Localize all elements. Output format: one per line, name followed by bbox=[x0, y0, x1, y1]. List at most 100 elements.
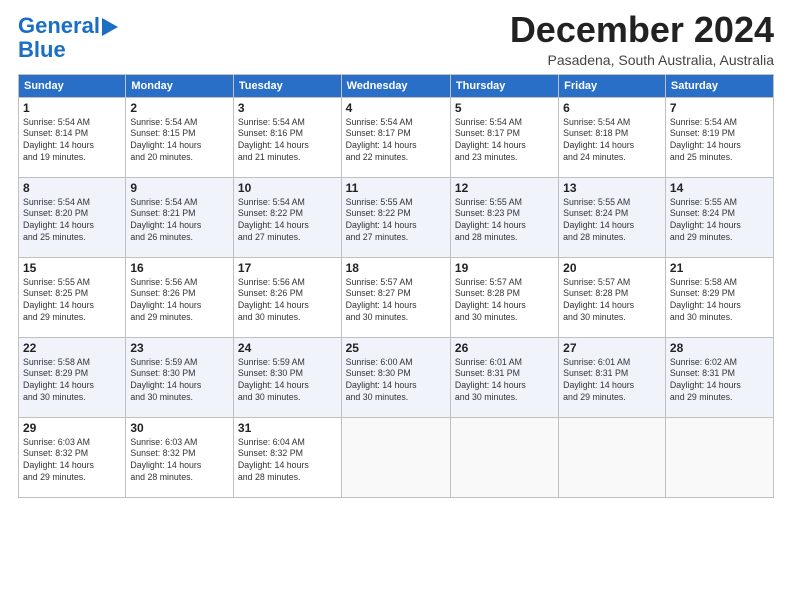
day-info: Sunrise: 5:59 AM Sunset: 8:30 PM Dayligh… bbox=[238, 357, 337, 405]
month-title: December 2024 bbox=[510, 10, 774, 50]
day-info: Sunrise: 6:04 AM Sunset: 8:32 PM Dayligh… bbox=[238, 437, 337, 485]
day-info: Sunrise: 5:58 AM Sunset: 8:29 PM Dayligh… bbox=[23, 357, 121, 405]
empty-day-cell bbox=[450, 417, 558, 497]
weekday-header: Friday bbox=[559, 74, 666, 97]
calendar-body: 1 Sunrise: 5:54 AM Sunset: 8:14 PM Daylig… bbox=[19, 97, 774, 497]
day-number: 21 bbox=[670, 261, 769, 275]
day-info: Sunrise: 5:56 AM Sunset: 8:26 PM Dayligh… bbox=[238, 277, 337, 325]
day-number: 12 bbox=[455, 181, 554, 195]
day-info: Sunrise: 6:00 AM Sunset: 8:30 PM Dayligh… bbox=[346, 357, 446, 405]
day-cell: 16 Sunrise: 5:56 AM Sunset: 8:26 PM Dayli… bbox=[126, 257, 234, 337]
day-number: 24 bbox=[238, 341, 337, 355]
day-cell: 4Sunrise: 5:54 AM Sunset: 8:17 PM Daylig… bbox=[341, 97, 450, 177]
day-info: Sunrise: 5:54 AM Sunset: 8:16 PM Dayligh… bbox=[238, 117, 337, 165]
day-info: Sunrise: 5:55 AM Sunset: 8:25 PM Dayligh… bbox=[23, 277, 121, 325]
empty-day-cell bbox=[665, 417, 773, 497]
empty-day-cell bbox=[341, 417, 450, 497]
day-number: 1 bbox=[23, 101, 121, 115]
calendar-week-row: 22 Sunrise: 5:58 AM Sunset: 8:29 PM Dayli… bbox=[19, 337, 774, 417]
day-cell: 15 Sunrise: 5:55 AM Sunset: 8:25 PM Dayli… bbox=[19, 257, 126, 337]
day-number: 10 bbox=[238, 181, 337, 195]
calendar-week-row: 1 Sunrise: 5:54 AM Sunset: 8:14 PM Daylig… bbox=[19, 97, 774, 177]
day-info: Sunrise: 6:01 AM Sunset: 8:31 PM Dayligh… bbox=[455, 357, 554, 405]
day-info: Sunrise: 6:03 AM Sunset: 8:32 PM Dayligh… bbox=[23, 437, 121, 485]
day-number: 26 bbox=[455, 341, 554, 355]
day-number: 25 bbox=[346, 341, 446, 355]
day-cell: 3 Sunrise: 5:54 AM Sunset: 8:16 PM Daylig… bbox=[233, 97, 341, 177]
day-info: Sunrise: 5:54 AM Sunset: 8:19 PM Dayligh… bbox=[670, 117, 769, 165]
day-info: Sunrise: 5:58 AM Sunset: 8:29 PM Dayligh… bbox=[670, 277, 769, 325]
day-info: Sunrise: 5:55 AM Sunset: 8:24 PM Dayligh… bbox=[563, 197, 661, 245]
day-number: 28 bbox=[670, 341, 769, 355]
day-cell: 11Sunrise: 5:55 AM Sunset: 8:22 PM Dayli… bbox=[341, 177, 450, 257]
day-number: 7 bbox=[670, 101, 769, 115]
day-number: 20 bbox=[563, 261, 661, 275]
day-number: 13 bbox=[563, 181, 661, 195]
weekday-header: Thursday bbox=[450, 74, 558, 97]
day-cell: 6Sunrise: 5:54 AM Sunset: 8:18 PM Daylig… bbox=[559, 97, 666, 177]
day-number: 30 bbox=[130, 421, 229, 435]
calendar-week-row: 15 Sunrise: 5:55 AM Sunset: 8:25 PM Dayli… bbox=[19, 257, 774, 337]
day-info: Sunrise: 5:54 AM Sunset: 8:15 PM Dayligh… bbox=[130, 117, 229, 165]
title-block: December 2024 Pasadena, South Australia,… bbox=[510, 10, 774, 68]
day-cell: 1 Sunrise: 5:54 AM Sunset: 8:14 PM Daylig… bbox=[19, 97, 126, 177]
day-info: Sunrise: 5:55 AM Sunset: 8:24 PM Dayligh… bbox=[670, 197, 769, 245]
weekday-header: Sunday bbox=[19, 74, 126, 97]
day-number: 14 bbox=[670, 181, 769, 195]
day-cell: 8Sunrise: 5:54 AM Sunset: 8:20 PM Daylig… bbox=[19, 177, 126, 257]
day-info: Sunrise: 5:56 AM Sunset: 8:26 PM Dayligh… bbox=[130, 277, 229, 325]
day-info: Sunrise: 6:01 AM Sunset: 8:31 PM Dayligh… bbox=[563, 357, 661, 405]
day-cell: 20 Sunrise: 5:57 AM Sunset: 8:28 PM Dayli… bbox=[559, 257, 666, 337]
day-number: 18 bbox=[346, 261, 446, 275]
day-cell: 23Sunrise: 5:59 AM Sunset: 8:30 PM Dayli… bbox=[126, 337, 234, 417]
day-number: 15 bbox=[23, 261, 121, 275]
day-number: 19 bbox=[455, 261, 554, 275]
day-number: 8 bbox=[23, 181, 121, 195]
calendar-week-row: 29 Sunrise: 6:03 AM Sunset: 8:32 PM Dayli… bbox=[19, 417, 774, 497]
day-info: Sunrise: 5:54 AM Sunset: 8:14 PM Dayligh… bbox=[23, 117, 121, 165]
day-info: Sunrise: 5:54 AM Sunset: 8:17 PM Dayligh… bbox=[455, 117, 554, 165]
day-cell: 30 Sunrise: 6:03 AM Sunset: 8:32 PM Dayli… bbox=[126, 417, 234, 497]
day-number: 3 bbox=[238, 101, 337, 115]
empty-day-cell bbox=[559, 417, 666, 497]
day-info: Sunrise: 5:57 AM Sunset: 8:27 PM Dayligh… bbox=[346, 277, 446, 325]
day-cell: 29 Sunrise: 6:03 AM Sunset: 8:32 PM Dayli… bbox=[19, 417, 126, 497]
day-cell: 17 Sunrise: 5:56 AM Sunset: 8:26 PM Dayli… bbox=[233, 257, 341, 337]
day-cell: 28 Sunrise: 6:02 AM Sunset: 8:31 PM Dayli… bbox=[665, 337, 773, 417]
weekday-header: Wednesday bbox=[341, 74, 450, 97]
day-number: 16 bbox=[130, 261, 229, 275]
day-cell: 13 Sunrise: 5:55 AM Sunset: 8:24 PM Dayli… bbox=[559, 177, 666, 257]
day-cell: 9Sunrise: 5:54 AM Sunset: 8:21 PM Daylig… bbox=[126, 177, 234, 257]
day-number: 17 bbox=[238, 261, 337, 275]
weekday-header: Tuesday bbox=[233, 74, 341, 97]
logo-text: General bbox=[18, 14, 100, 38]
day-info: Sunrise: 5:57 AM Sunset: 8:28 PM Dayligh… bbox=[563, 277, 661, 325]
day-info: Sunrise: 5:59 AM Sunset: 8:30 PM Dayligh… bbox=[130, 357, 229, 405]
day-number: 29 bbox=[23, 421, 121, 435]
day-number: 2 bbox=[130, 101, 229, 115]
header: General Blue December 2024 Pasadena, Sou… bbox=[18, 10, 774, 68]
day-info: Sunrise: 5:55 AM Sunset: 8:22 PM Dayligh… bbox=[346, 197, 446, 245]
day-cell: 26 Sunrise: 6:01 AM Sunset: 8:31 PM Dayli… bbox=[450, 337, 558, 417]
day-info: Sunrise: 5:54 AM Sunset: 8:17 PM Dayligh… bbox=[346, 117, 446, 165]
day-cell: 22 Sunrise: 5:58 AM Sunset: 8:29 PM Dayli… bbox=[19, 337, 126, 417]
day-cell: 24 Sunrise: 5:59 AM Sunset: 8:30 PM Dayli… bbox=[233, 337, 341, 417]
calendar-table: SundayMondayTuesdayWednesdayThursdayFrid… bbox=[18, 74, 774, 498]
day-info: Sunrise: 6:02 AM Sunset: 8:31 PM Dayligh… bbox=[670, 357, 769, 405]
logo: General Blue bbox=[18, 14, 118, 62]
day-number: 31 bbox=[238, 421, 337, 435]
day-number: 6 bbox=[563, 101, 661, 115]
day-cell: 18 Sunrise: 5:57 AM Sunset: 8:27 PM Dayli… bbox=[341, 257, 450, 337]
day-cell: 12Sunrise: 5:55 AM Sunset: 8:23 PM Dayli… bbox=[450, 177, 558, 257]
logo-arrow-icon bbox=[102, 18, 118, 36]
day-number: 22 bbox=[23, 341, 121, 355]
day-info: Sunrise: 6:03 AM Sunset: 8:32 PM Dayligh… bbox=[130, 437, 229, 485]
day-number: 5 bbox=[455, 101, 554, 115]
day-info: Sunrise: 5:54 AM Sunset: 8:21 PM Dayligh… bbox=[130, 197, 229, 245]
calendar-week-row: 8Sunrise: 5:54 AM Sunset: 8:20 PM Daylig… bbox=[19, 177, 774, 257]
day-cell: 2 Sunrise: 5:54 AM Sunset: 8:15 PM Daylig… bbox=[126, 97, 234, 177]
weekday-header: Monday bbox=[126, 74, 234, 97]
day-cell: 31 Sunrise: 6:04 AM Sunset: 8:32 PM Dayli… bbox=[233, 417, 341, 497]
weekday-header-row: SundayMondayTuesdayWednesdayThursdayFrid… bbox=[19, 74, 774, 97]
day-cell: 7 Sunrise: 5:54 AM Sunset: 8:19 PM Daylig… bbox=[665, 97, 773, 177]
